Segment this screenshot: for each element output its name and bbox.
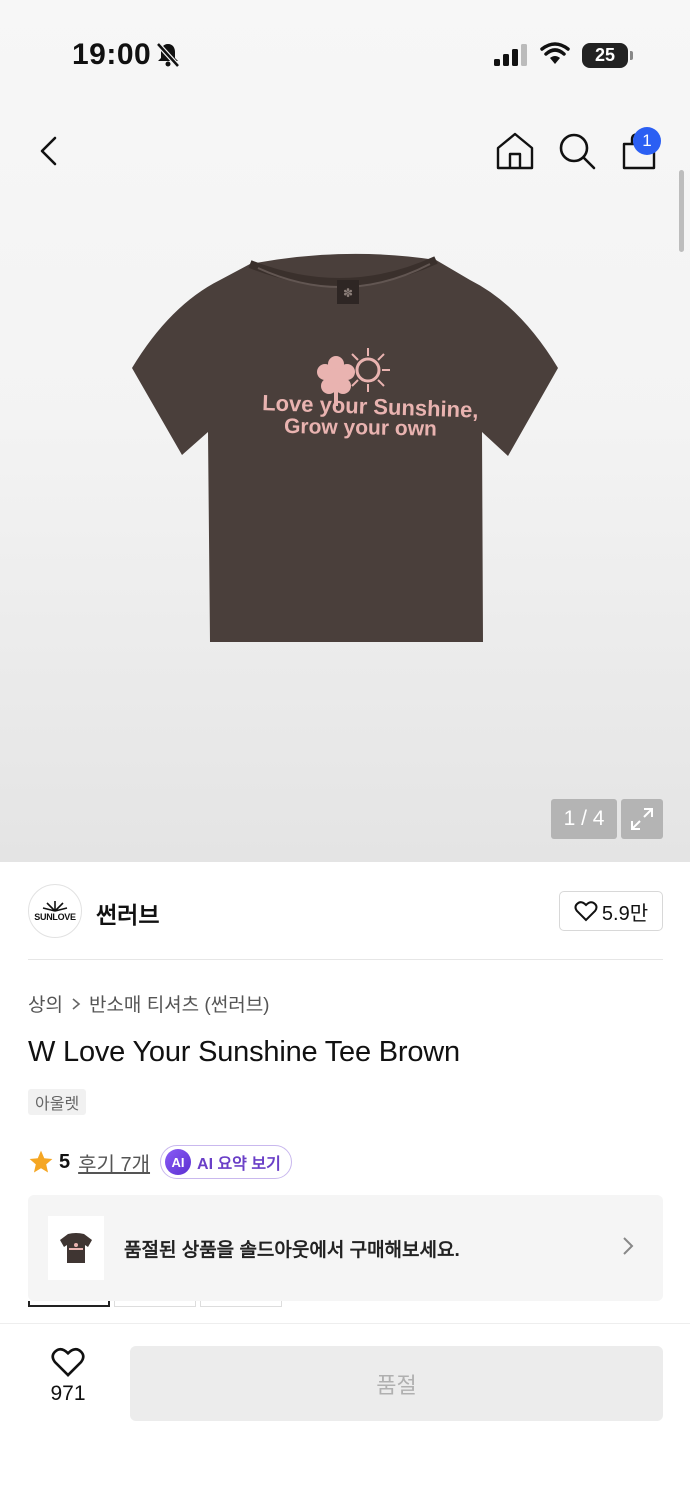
- soldout-notice-card[interactable]: 품절된 상품을 솔드아웃에서 구매해보세요.: [28, 1195, 663, 1301]
- wishlist-count: 971: [50, 1382, 86, 1405]
- cellular-signal-icon: [494, 44, 527, 66]
- breadcrumb-subcategory[interactable]: 반소매 티셔츠 (썬러브): [89, 990, 270, 1017]
- review-count-link[interactable]: 후기 7개: [78, 1148, 150, 1177]
- brand-like-button[interactable]: 5.9만: [559, 891, 663, 931]
- color-option-tab[interactable]: [114, 1301, 196, 1307]
- chevron-right-icon: [72, 997, 81, 1010]
- silent-bell-icon: [156, 42, 180, 68]
- status-time: 19:00: [72, 38, 152, 71]
- outlet-tag: 아울렛: [28, 1089, 87, 1115]
- color-option-tab[interactable]: [200, 1301, 282, 1307]
- svg-text:✽: ✽: [343, 286, 353, 300]
- cart-count-badge: 1: [633, 127, 661, 155]
- heart-outline-icon: [574, 901, 598, 922]
- heart-outline-icon: [51, 1347, 85, 1377]
- sunburst-icon: [42, 901, 68, 912]
- battery-indicator: 25: [582, 43, 633, 68]
- rating-row: 5 후기 7개 AI AI 요약 보기: [28, 1145, 292, 1179]
- search-icon[interactable]: [556, 130, 598, 172]
- brand-logo-text: SUNLOVE: [34, 912, 76, 922]
- back-arrow-icon[interactable]: [30, 130, 70, 172]
- ai-summary-label: AI 요약 보기: [197, 1156, 281, 1173]
- brand-name[interactable]: 썬러브: [96, 896, 159, 930]
- expand-icon: [631, 808, 653, 830]
- breadcrumb-category[interactable]: 상의: [28, 990, 63, 1017]
- soldout-notice-text: 품절된 상품을 솔드아웃에서 구매해보세요.: [124, 1240, 460, 1261]
- color-option-tab[interactable]: [28, 1301, 110, 1307]
- product-image[interactable]: ✽ Love your Sunshine, Grow your own: [130, 250, 560, 650]
- soldout-thumbnail: [48, 1216, 104, 1280]
- product-title: W Love Your Sunshine Tee Brown: [28, 1036, 460, 1068]
- home-icon[interactable]: [494, 130, 536, 172]
- chevron-right-icon: [623, 1237, 634, 1255]
- soldout-button[interactable]: 품절: [130, 1346, 663, 1421]
- status-bar: 19:00 25: [0, 0, 690, 110]
- expand-image-button[interactable]: [621, 799, 663, 839]
- ai-summary-button[interactable]: AI AI 요약 보기: [160, 1145, 292, 1179]
- divider: [28, 959, 663, 960]
- scroll-indicator: [679, 170, 684, 252]
- print-line-2: Grow your own: [284, 415, 437, 441]
- breadcrumb: 상의 반소매 티셔츠 (썬러브): [28, 990, 270, 1017]
- wifi-icon: [540, 42, 570, 64]
- brand-like-count: 5.9만: [601, 902, 649, 925]
- image-page-counter: 1 / 4: [551, 799, 617, 839]
- brand-logo[interactable]: SUNLOVE: [28, 884, 82, 938]
- ai-badge-icon: AI: [165, 1149, 192, 1175]
- tshirt-thumbnail-icon: [60, 1233, 92, 1263]
- rating-value: 5: [59, 1150, 71, 1173]
- star-icon: [29, 1150, 53, 1173]
- wishlist-button[interactable]: 971: [34, 1346, 102, 1420]
